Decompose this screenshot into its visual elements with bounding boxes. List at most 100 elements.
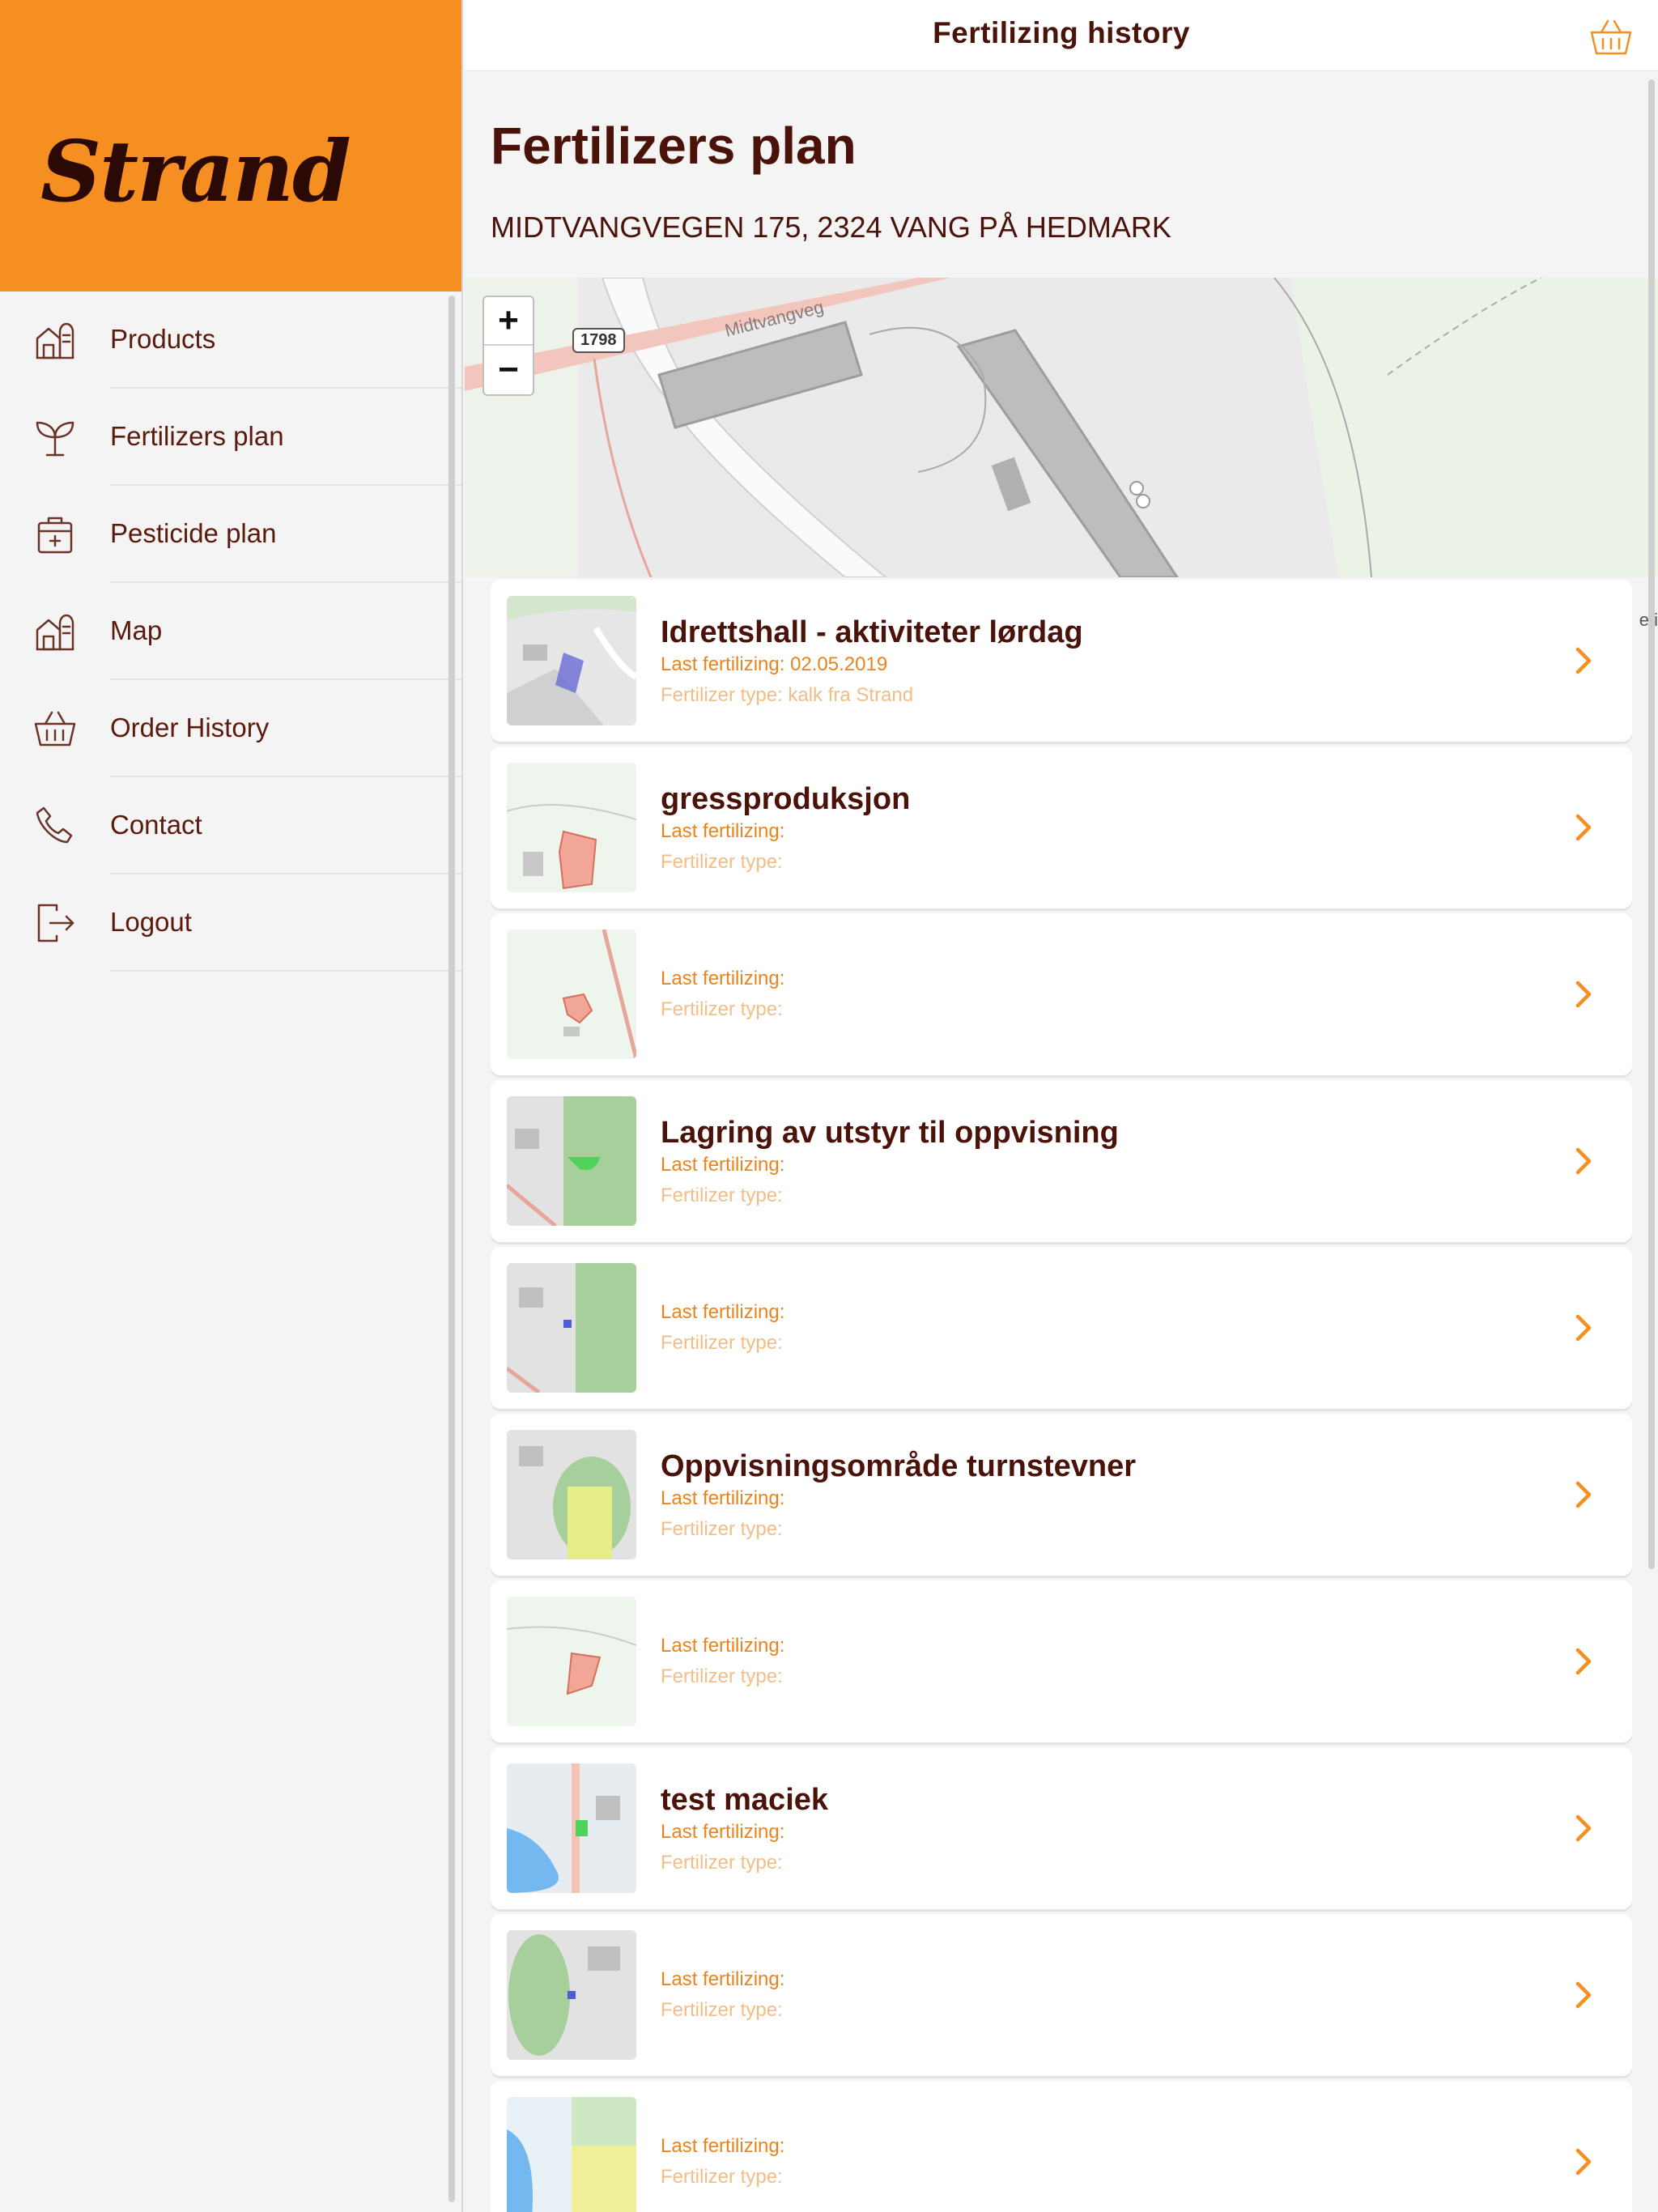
field-card[interactable]: Last fertilizing: Fertilizer type: (491, 1914, 1632, 2076)
field-name: Oppvisningsområde turnstevner (661, 1448, 1137, 1483)
field-info: Last fertilizing: Fertilizer type: (661, 1247, 1551, 1409)
chevron-right-icon[interactable] (1567, 978, 1600, 1010)
sidebar-item-pesticide-plan[interactable]: Pesticide plan (0, 486, 461, 583)
field-thumbnail (507, 763, 636, 892)
field-thumbnail (507, 1263, 636, 1393)
field-info: gressproduksjon Last fertilizing: Fertil… (661, 747, 1551, 908)
chevron-right-icon[interactable] (1567, 2146, 1600, 2178)
field-info: Last fertilizing: Fertilizer type: (661, 913, 1551, 1075)
barn-map-icon (0, 583, 110, 680)
chevron-right-icon[interactable] (1567, 1312, 1600, 1344)
field-card[interactable]: Last fertilizing: Fertilizer type: (491, 1247, 1632, 1409)
field-name: test maciek (661, 1782, 829, 1817)
field-thumbnail (507, 2097, 636, 2212)
field-info: test maciek Last fertilizing: Fertilizer… (661, 1747, 1551, 1909)
sidebar-item-label: Pesticide plan (110, 486, 461, 583)
field-thumbnail (507, 1430, 636, 1559)
road-number-badge: 1798 (572, 328, 625, 353)
last-fertilizing: Last fertilizing: (661, 1487, 785, 1509)
field-thumbnail-map (507, 1930, 636, 2060)
brand-header: Strand (0, 0, 461, 291)
field-thumbnail-map (507, 929, 636, 1059)
chevron-right-icon[interactable] (1567, 811, 1600, 844)
chevron-right-icon[interactable] (1567, 1812, 1600, 1844)
page-title: Fertilizers plan (491, 117, 857, 175)
field-thumbnail-map (507, 1096, 636, 1226)
field-card[interactable]: Idrettshall - aktiviteter lørdag Last fe… (491, 580, 1632, 742)
field-thumbnail-map (507, 1597, 636, 1726)
field-thumbnail (507, 1763, 636, 1893)
side-menu: Products Fertilizers plan Pesticide plan… (0, 291, 461, 972)
screen-title: Fertilizing history (933, 16, 1190, 49)
sidebar-item-order-history[interactable]: Order History (0, 680, 461, 777)
zoom-in-button[interactable]: + (484, 297, 533, 346)
sidebar-item-label: Logout (110, 874, 461, 972)
sidebar-scrollbar[interactable] (449, 296, 455, 2202)
field-thumbnail-map (507, 763, 636, 892)
field-thumbnail (507, 1930, 636, 2060)
field-thumbnail-map (507, 1430, 636, 1559)
sidebar-item-contact[interactable]: Contact (0, 777, 461, 874)
sidebar: Strand Products Fertilizers plan Pestici… (0, 0, 463, 2212)
field-list: Idrettshall - aktiviteter lørdag Last fe… (491, 580, 1632, 2212)
zoom-out-button[interactable]: − (484, 346, 533, 394)
field-name: Idrettshall - aktiviteter lørdag (661, 615, 1083, 649)
field-info: Last fertilizing: Fertilizer type: (661, 1580, 1551, 1742)
chevron-right-icon[interactable] (1567, 1645, 1600, 1678)
last-fertilizing: Last fertilizing: 02.05.2019 (661, 653, 888, 675)
fertilizer-type: Fertilizer type: kalk fra Strand (661, 683, 914, 706)
sidebar-item-label: Products (110, 291, 461, 389)
field-info: Last fertilizing: Fertilizer type: (661, 2081, 1551, 2212)
fertilizer-type: Fertilizer type: (661, 1517, 783, 1540)
field-thumbnail (507, 929, 636, 1059)
chevron-right-icon[interactable] (1567, 1478, 1600, 1511)
last-fertilizing: Last fertilizing: (661, 968, 785, 989)
field-thumbnail-map (507, 1763, 636, 1893)
sidebar-item-label: Fertilizers plan (110, 389, 461, 486)
main-scrollbar[interactable] (1648, 79, 1655, 1569)
strand-logo: Strand (40, 121, 351, 221)
fertilizer-type: Fertilizer type: (661, 1332, 783, 1354)
chevron-right-icon[interactable] (1567, 1979, 1600, 2011)
field-thumbnail (507, 1597, 636, 1726)
sidebar-item-label: Order History (110, 680, 461, 777)
basket-icon[interactable] (1588, 15, 1634, 60)
phone-icon (0, 777, 110, 874)
field-card[interactable]: Last fertilizing: Fertilizer type: (491, 913, 1632, 1075)
last-fertilizing: Last fertilizing: (661, 1635, 785, 1657)
field-info: Lagring av utstyr til oppvisning Last fe… (661, 1080, 1551, 1242)
fertilizer-type: Fertilizer type: (661, 1184, 783, 1206)
field-card[interactable]: Last fertilizing: Fertilizer type: (491, 1580, 1632, 1742)
field-thumbnail-map (507, 1263, 636, 1393)
field-card[interactable]: Oppvisningsområde turnstevner Last ferti… (491, 1414, 1632, 1576)
last-fertilizing: Last fertilizing: (661, 1820, 785, 1843)
fertilizer-type: Fertilizer type: (661, 850, 783, 873)
field-card[interactable]: test maciek Last fertilizing: Fertilizer… (491, 1747, 1632, 1909)
last-fertilizing: Last fertilizing: (661, 1301, 785, 1323)
top-bar: Fertilizing history (465, 0, 1658, 71)
field-card[interactable]: Last fertilizing: Fertilizer type: (491, 2081, 1632, 2212)
last-fertilizing: Last fertilizing: (661, 1153, 785, 1176)
fertilizer-type: Fertilizer type: (661, 1851, 783, 1874)
fertilizer-type: Fertilizer type: (661, 1665, 783, 1687)
last-fertilizing: Last fertilizing: (661, 1968, 785, 1990)
chevron-right-icon[interactable] (1567, 644, 1600, 677)
chevron-right-icon[interactable] (1567, 1145, 1600, 1177)
fertilizer-type: Fertilizer type: (661, 998, 783, 1020)
sidebar-item-label: Contact (110, 777, 461, 874)
field-card[interactable]: Lagring av utstyr til oppvisning Last fe… (491, 1080, 1632, 1242)
sidebar-item-map[interactable]: Map (0, 583, 461, 680)
field-thumbnail (507, 596, 636, 725)
field-name: Lagring av utstyr til oppvisning (661, 1115, 1119, 1150)
fertilizer-type: Fertilizer type: (661, 1999, 783, 2021)
sidebar-item-fertilizers-plan[interactable]: Fertilizers plan (0, 389, 461, 486)
field-card[interactable]: gressproduksjon Last fertilizing: Fertil… (491, 747, 1632, 908)
farm-map[interactable]: Midtvangveg 1798 + − (465, 278, 1658, 577)
sidebar-item-products[interactable]: Products (0, 291, 461, 389)
main-content: Fertilizers plan MIDTVANGVEGEN 175, 2324… (465, 71, 1658, 2212)
field-info: Idrettshall - aktiviteter lørdag Last fe… (661, 580, 1551, 742)
farm-address: MIDTVANGVEGEN 175, 2324 VANG PÅ HEDMARK (491, 211, 1171, 244)
medkit-icon (0, 486, 110, 583)
sidebar-item-logout[interactable]: Logout (0, 874, 461, 972)
sidebar-item-label: Map (110, 583, 461, 680)
